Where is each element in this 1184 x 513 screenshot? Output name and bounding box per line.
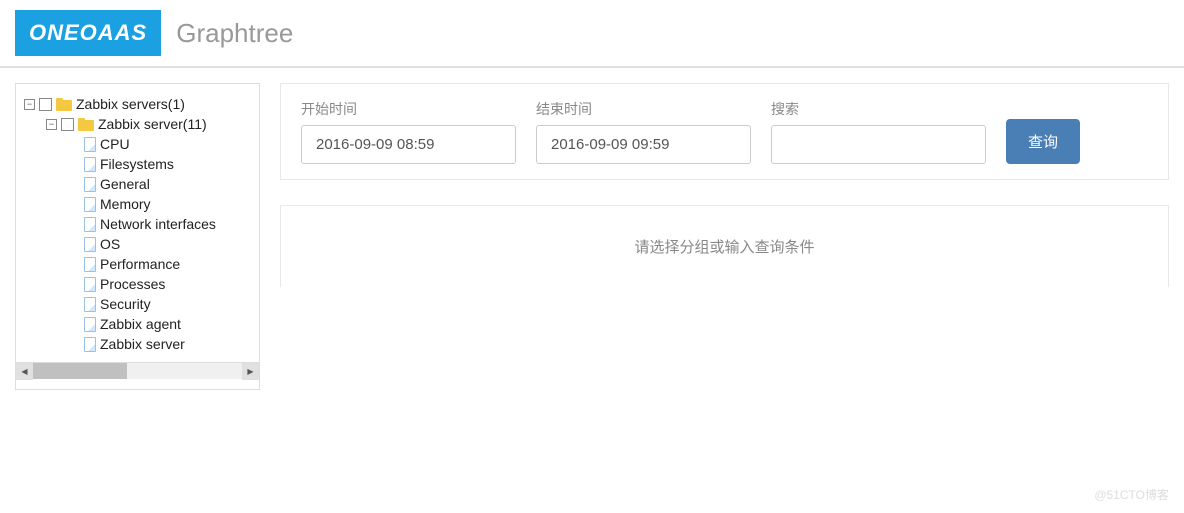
file-icon xyxy=(84,277,96,292)
watermark: @51CTO博客 xyxy=(1094,486,1169,503)
filter-panel: 开始时间 结束时间 搜索 查询 xyxy=(280,83,1169,180)
start-time-input[interactable] xyxy=(301,125,516,164)
sidebar: − Zabbix servers(1) − Zabbix server(11) … xyxy=(15,83,260,390)
tree-node-memory[interactable]: Memory xyxy=(24,194,251,214)
tree-label: Processes xyxy=(100,276,165,292)
start-time-group: 开始时间 xyxy=(301,99,516,164)
collapse-icon[interactable]: − xyxy=(46,119,57,130)
page-title: Graphtree xyxy=(176,18,293,49)
start-time-label: 开始时间 xyxy=(301,99,516,119)
checkbox[interactable] xyxy=(39,98,52,111)
tree-node-general[interactable]: General xyxy=(24,174,251,194)
file-icon xyxy=(84,257,96,272)
scroll-right-icon[interactable]: ▶ xyxy=(242,363,259,380)
result-panel: 请选择分组或输入查询条件 xyxy=(280,205,1169,287)
tree-node-server[interactable]: − Zabbix server(11) xyxy=(24,114,251,134)
tree-label: Network interfaces xyxy=(100,216,216,232)
folder-icon xyxy=(56,98,72,111)
file-icon xyxy=(84,317,96,332)
tree-node-performance[interactable]: Performance xyxy=(24,254,251,274)
tree-label: Performance xyxy=(100,256,180,272)
collapse-icon[interactable]: − xyxy=(24,99,35,110)
search-label: 搜索 xyxy=(771,99,986,119)
logo: ONEOAAS xyxy=(15,10,161,56)
tree-node-security[interactable]: Security xyxy=(24,294,251,314)
query-button[interactable]: 查询 xyxy=(1006,119,1080,164)
file-icon xyxy=(84,337,96,352)
file-icon xyxy=(84,237,96,252)
tree-label: Zabbix agent xyxy=(100,316,181,332)
tree-node-filesystems[interactable]: Filesystems xyxy=(24,154,251,174)
file-icon xyxy=(84,137,96,152)
file-icon xyxy=(84,157,96,172)
search-group: 搜索 xyxy=(771,99,986,164)
tree-label: General xyxy=(100,176,150,192)
tree-node-zabbix-agent[interactable]: Zabbix agent xyxy=(24,314,251,334)
tree-node-cpu[interactable]: CPU xyxy=(24,134,251,154)
file-icon xyxy=(84,297,96,312)
header: ONEOAAS Graphtree xyxy=(0,0,1184,68)
tree-label: Security xyxy=(100,296,151,312)
tree-label: Zabbix servers(1) xyxy=(76,96,185,112)
main: − Zabbix servers(1) − Zabbix server(11) … xyxy=(0,68,1184,405)
file-icon xyxy=(84,217,96,232)
scroll-track[interactable] xyxy=(33,363,242,379)
end-time-input[interactable] xyxy=(536,125,751,164)
tree-node-processes[interactable]: Processes xyxy=(24,274,251,294)
tree-node-root[interactable]: − Zabbix servers(1) xyxy=(24,94,251,114)
file-icon xyxy=(84,177,96,192)
end-time-group: 结束时间 xyxy=(536,99,751,164)
tree-label: Memory xyxy=(100,196,151,212)
tree-label: CPU xyxy=(100,136,130,152)
tree-node-network[interactable]: Network interfaces xyxy=(24,214,251,234)
tree-node-zabbix-server[interactable]: Zabbix server xyxy=(24,334,251,354)
folder-icon xyxy=(78,118,94,131)
tree: − Zabbix servers(1) − Zabbix server(11) … xyxy=(16,94,259,354)
tree-label: OS xyxy=(100,236,120,252)
tree-label: Zabbix server(11) xyxy=(98,116,207,132)
checkbox[interactable] xyxy=(61,118,74,131)
content: 开始时间 结束时间 搜索 查询 请选择分组或输入查询条件 xyxy=(280,83,1169,287)
horizontal-scrollbar[interactable]: ◀ ▶ xyxy=(16,362,259,379)
scroll-left-icon[interactable]: ◀ xyxy=(16,363,33,380)
file-icon xyxy=(84,197,96,212)
end-time-label: 结束时间 xyxy=(536,99,751,119)
tree-label: Filesystems xyxy=(100,156,174,172)
scroll-thumb[interactable] xyxy=(33,363,127,379)
search-input[interactable] xyxy=(771,125,986,164)
result-placeholder: 请选择分组或输入查询条件 xyxy=(634,239,814,256)
tree-label: Zabbix server xyxy=(100,336,185,352)
tree-node-os[interactable]: OS xyxy=(24,234,251,254)
